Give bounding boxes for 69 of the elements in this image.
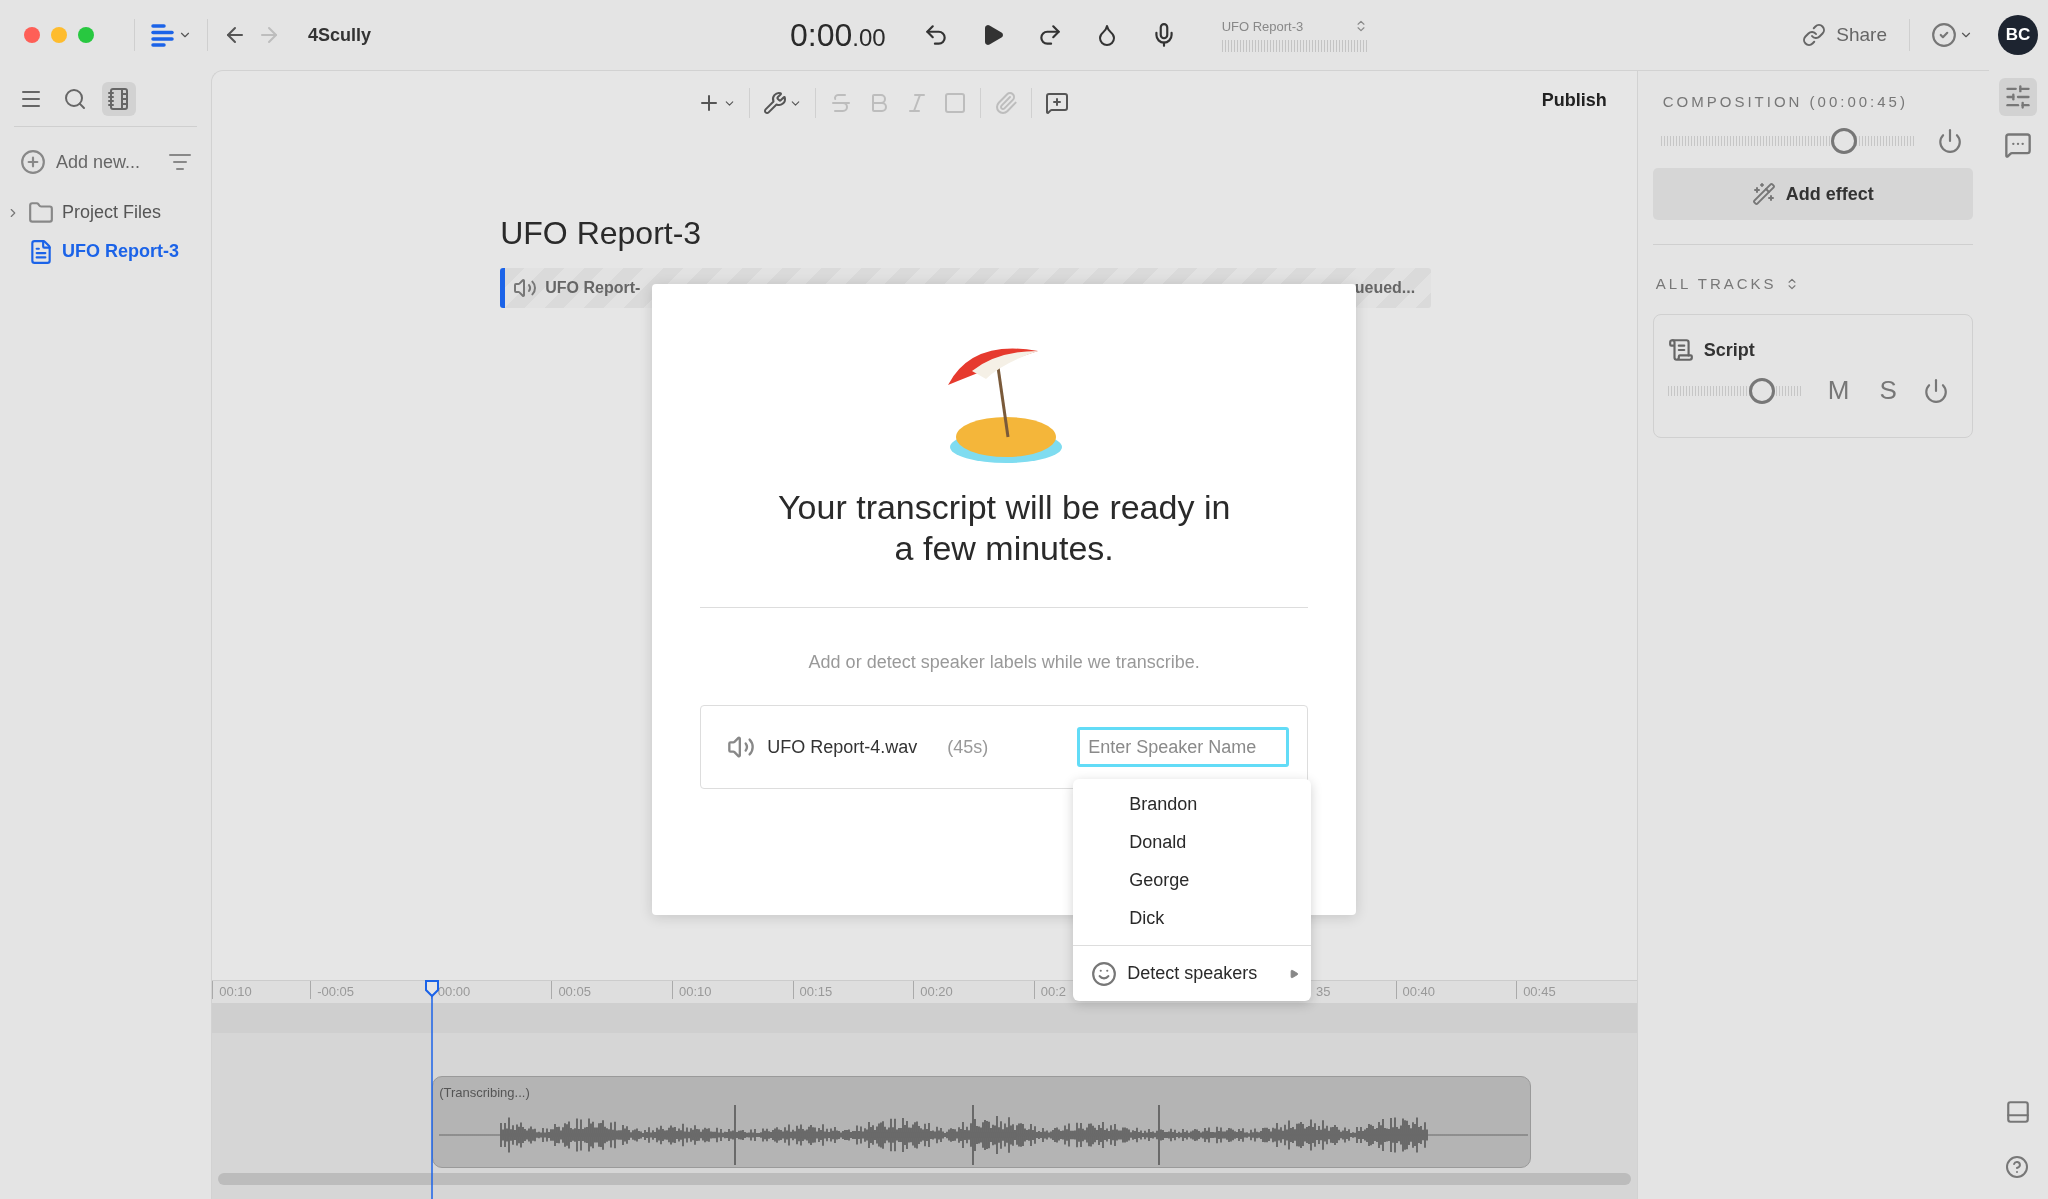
comment-plus-icon <box>1045 91 1070 115</box>
clip-label: (Transcribing...) <box>439 1085 530 1100</box>
ruler-label: 00:15 <box>799 984 833 999</box>
file-name: UFO Report-4.wav <box>767 736 918 758</box>
mute-button[interactable]: M <box>1823 375 1854 406</box>
ruler-label: 35 <box>1315 984 1331 999</box>
playback-time: 0:00.00 <box>790 16 886 54</box>
paperclip-icon <box>994 91 1019 115</box>
ruler-label: 00:20 <box>920 984 953 999</box>
power-icon[interactable] <box>1936 128 1963 154</box>
notebook-icon <box>107 87 131 111</box>
speaker-name-field[interactable]: Enter Speaker Name <box>1077 727 1290 767</box>
ruler-label: 00:05 <box>558 984 591 999</box>
document-item[interactable]: UFO Report-3 <box>6 232 198 271</box>
user-avatar[interactable]: BC <box>1998 15 2038 55</box>
solo-button[interactable]: S <box>1875 375 1901 406</box>
plus-circle-icon <box>20 149 46 175</box>
add-effect-button[interactable]: Add effect <box>1652 168 1973 220</box>
sliders-button[interactable] <box>1999 78 2038 116</box>
dialog-subtitle: Add or detect speaker labels while we transcribe. <box>808 652 1200 673</box>
ruler-label: 00:00 <box>437 984 471 999</box>
speaker-option[interactable]: George <box>1073 861 1312 899</box>
tracks-label[interactable]: ALL TRACKS <box>1655 275 1777 292</box>
wrench-icon <box>763 91 788 115</box>
notebook-button[interactable] <box>102 82 136 116</box>
publish-button[interactable]: Publish <box>1535 89 1613 112</box>
logo-icon <box>150 23 176 47</box>
ruler-label: 00:10 <box>219 984 252 999</box>
scrollbar[interactable] <box>218 1173 1631 1185</box>
speaker-option[interactable]: Dick <box>1073 899 1312 937</box>
script-icon <box>1667 337 1694 363</box>
link-icon <box>1802 23 1827 47</box>
folder-icon <box>28 199 54 226</box>
submenu-arrow-icon <box>1289 968 1300 979</box>
document-title: UFO Report-3 <box>500 215 703 252</box>
speaker-option[interactable]: Donald <box>1073 823 1312 861</box>
detect-speakers-item[interactable]: Detect speakers <box>1073 945 1312 1001</box>
check-circle-icon <box>1931 22 1957 48</box>
slider-thumb[interactable] <box>1830 128 1857 154</box>
file-duration: (45s) <box>947 736 989 758</box>
speaker-icon <box>513 276 538 300</box>
add-new-button[interactable]: Add new... <box>20 149 141 175</box>
square-icon <box>943 91 968 115</box>
ruler-label: 00:2 <box>1040 984 1067 999</box>
ruler-label: -00:05 <box>317 984 355 999</box>
slider-thumb[interactable] <box>1748 377 1775 404</box>
audio-clip[interactable]: (Transcribing...) <box>432 1076 1532 1168</box>
audio-status: ueued... <box>1354 279 1416 297</box>
speaker-option[interactable]: Brandon <box>1073 785 1312 823</box>
panel-icon[interactable] <box>2005 1099 2032 1125</box>
ruler-label: 00:10 <box>679 984 712 999</box>
help-icon[interactable] <box>2005 1155 2030 1179</box>
dialog-heading: Your transcript will be ready in a few minutes. <box>777 487 1232 569</box>
ruler-label: 00:45 <box>1523 984 1556 999</box>
workspace-name: 4Scully <box>308 24 372 46</box>
composition-label: COMPOSITION (00:00:45) <box>1661 93 1909 110</box>
document-icon <box>28 238 54 265</box>
track-name: Script <box>1703 339 1755 361</box>
comment-icon <box>2004 131 2033 159</box>
share-button[interactable]: Share <box>1796 22 1893 48</box>
smile-icon <box>1091 960 1118 987</box>
magic-wand-icon <box>1751 182 1776 206</box>
ruler-label: 00:40 <box>1402 984 1436 999</box>
close-window-button[interactable] <box>24 27 40 43</box>
power-icon[interactable] <box>1922 377 1949 404</box>
search-icon <box>63 87 87 111</box>
audio-name: UFO Report- <box>545 279 641 297</box>
sliders-icon <box>2004 83 2033 111</box>
folder-item[interactable]: Project Files <box>6 193 198 232</box>
